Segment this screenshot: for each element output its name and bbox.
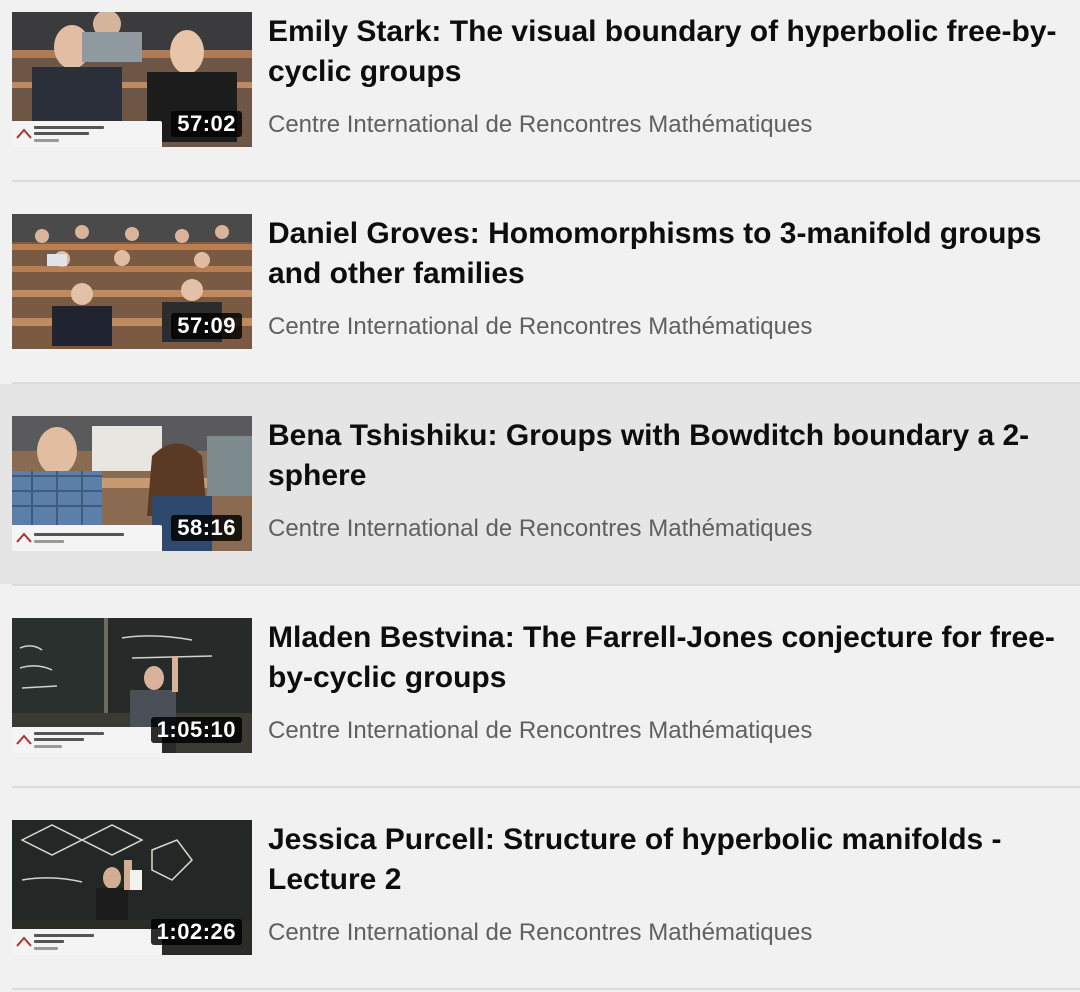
- channel-name[interactable]: Centre International de Rencontres Mathé…: [268, 312, 812, 342]
- cirm-logo-icon: [16, 532, 32, 543]
- thumbnail-caption: [12, 929, 162, 955]
- video-thumbnail[interactable]: 1:05:10: [12, 618, 252, 753]
- video-title[interactable]: Emily Stark: The visual boundary of hype…: [268, 12, 1068, 92]
- duration-badge: 1:02:26: [150, 919, 242, 945]
- thumbnail-caption: [12, 727, 162, 753]
- video-item[interactable]: 57:02 Emily Stark: The visual boundary o…: [0, 0, 1080, 200]
- video-thumbnail[interactable]: 1:02:26: [12, 820, 252, 955]
- cirm-logo-icon: [16, 936, 32, 947]
- channel-name[interactable]: Centre International de Rencontres Mathé…: [268, 110, 812, 140]
- cirm-logo-icon: [16, 128, 32, 139]
- duration-badge: 1:05:10: [150, 717, 242, 743]
- duration-badge: 57:09: [171, 313, 242, 339]
- channel-name[interactable]: Centre International de Rencontres Mathé…: [268, 514, 812, 544]
- thumbnail-caption: [12, 121, 162, 147]
- duration-badge: 57:02: [171, 111, 242, 137]
- channel-name[interactable]: Centre International de Rencontres Mathé…: [268, 918, 812, 948]
- video-thumbnail[interactable]: 57:02: [12, 12, 252, 147]
- video-title[interactable]: Jessica Purcell: Structure of hyperbolic…: [268, 820, 1068, 900]
- channel-name[interactable]: Centre International de Rencontres Mathé…: [268, 716, 812, 746]
- video-title[interactable]: Mladen Bestvina: The Farrell-Jones conje…: [268, 618, 1068, 698]
- video-title[interactable]: Bena Tshishiku: Groups with Bowditch bou…: [268, 416, 1068, 496]
- video-thumbnail[interactable]: 57:09: [12, 214, 252, 349]
- thumbnail-caption: [12, 525, 162, 551]
- video-item[interactable]: 1:02:26 Jessica Purcell: Structure of hy…: [0, 788, 1080, 988]
- video-title[interactable]: Daniel Groves: Homomorphisms to 3-manifo…: [268, 214, 1068, 294]
- video-thumbnail[interactable]: 58:16: [12, 416, 252, 551]
- divider: [12, 988, 1080, 990]
- cirm-logo-icon: [16, 734, 32, 745]
- video-item[interactable]: 57:09 Daniel Groves: Homomorphisms to 3-…: [0, 182, 1080, 382]
- video-item[interactable]: 1:05:10 Mladen Bestvina: The Farrell-Jon…: [0, 586, 1080, 786]
- duration-badge: 58:16: [171, 515, 242, 541]
- video-list: 57:02 Emily Stark: The visual boundary o…: [0, 0, 1080, 992]
- video-item-hovered[interactable]: 58:16 Bena Tshishiku: Groups with Bowdit…: [0, 384, 1080, 584]
